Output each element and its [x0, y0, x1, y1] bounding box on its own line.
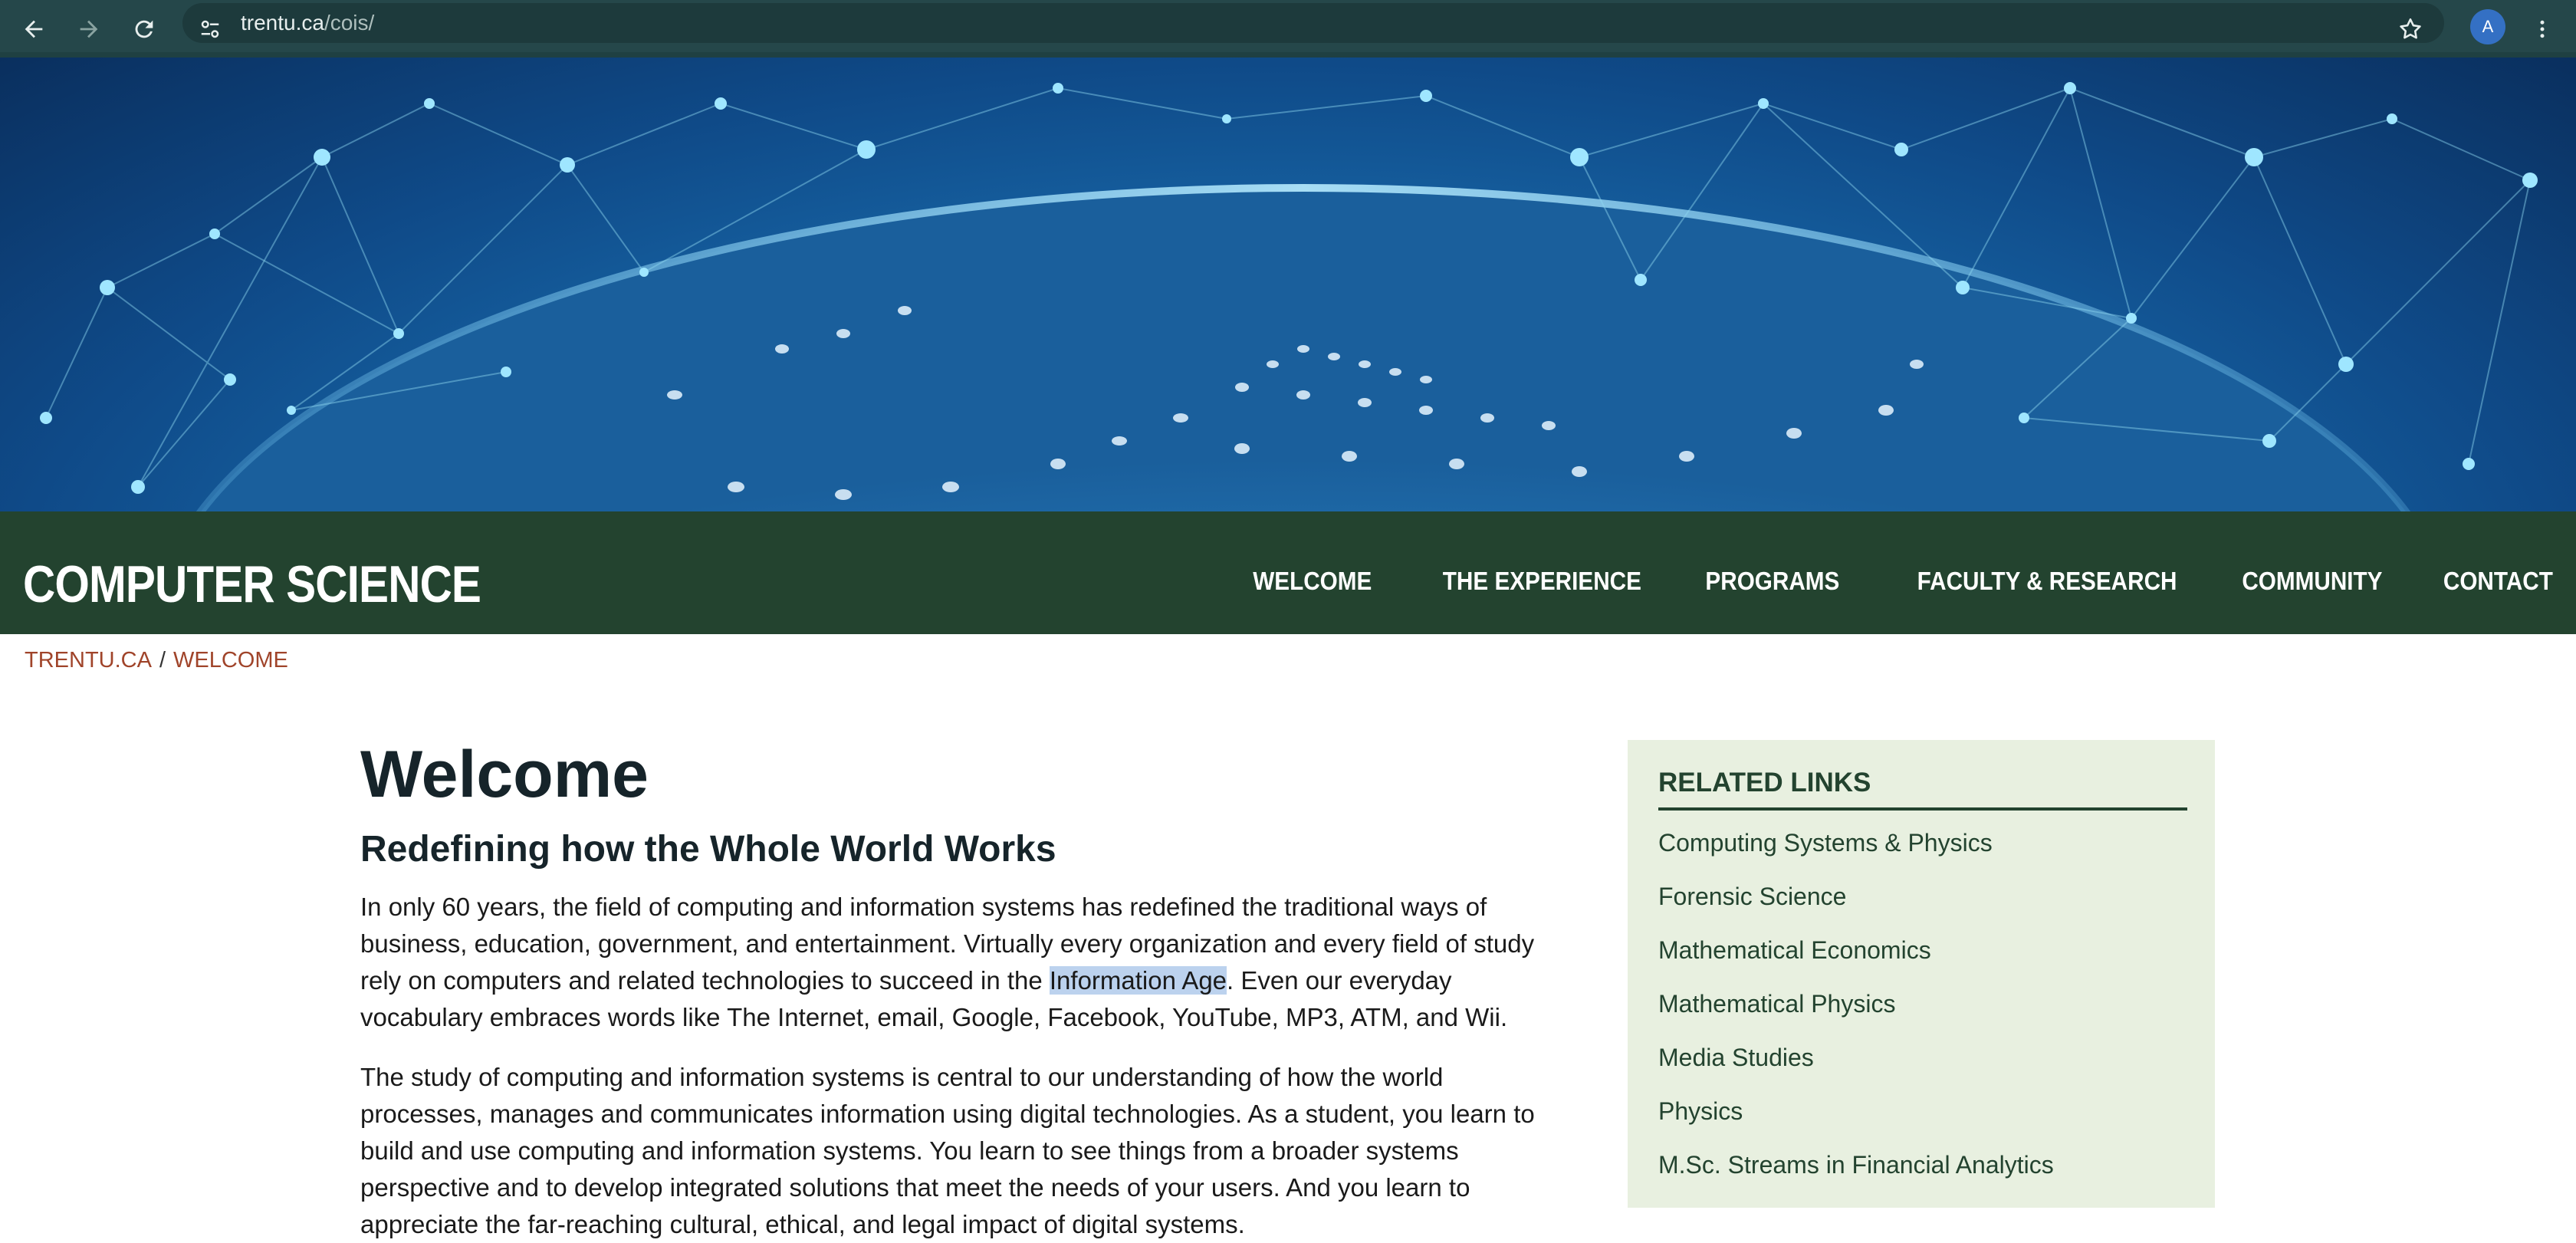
- related-link-computing-systems-physics[interactable]: Computing Systems & Physics: [1658, 826, 2054, 880]
- url-host: trentu.ca: [241, 11, 324, 35]
- nav-item-contact[interactable]: CONTACT: [2443, 567, 2553, 596]
- related-link-physics[interactable]: Physics: [1658, 1094, 2054, 1148]
- address-bar[interactable]: [182, 3, 2444, 43]
- related-links-heading: RELATED LINKS: [1658, 768, 2187, 811]
- breadcrumb-separator: /: [159, 648, 166, 672]
- intro-paragraph: In only 60 years, the field of computing…: [360, 889, 1572, 1036]
- selected-text: Information Age: [1049, 966, 1227, 995]
- network-globe-graphic: [40, 82, 2538, 511]
- nav-item-programs[interactable]: PROGRAMS: [1705, 567, 1839, 596]
- url-path: /cois/: [324, 11, 375, 35]
- back-arrow-icon: [25, 20, 43, 38]
- study-paragraph: The study of computing and information s…: [360, 1063, 1535, 1238]
- browser-toolbar: trentu.ca/cois/ A: [0, 0, 2576, 58]
- kebab-menu-icon: [2540, 20, 2545, 38]
- profile-avatar[interactable]: A: [2470, 9, 2505, 44]
- related-link-forensic-science[interactable]: Forensic Science: [1658, 880, 2054, 933]
- avatar-letter: A: [2482, 17, 2494, 36]
- breadcrumb-home-link[interactable]: TRENTU.CA: [25, 648, 152, 672]
- related-link-mathematical-economics[interactable]: Mathematical Economics: [1658, 933, 2054, 987]
- browser-menu-button[interactable]: [2519, 6, 2565, 52]
- page-title: Welcome: [360, 738, 649, 811]
- site-header: COMPUTER SCIENCE WELCOME THE EXPERIENCE …: [0, 511, 2576, 634]
- main-navigation: WELCOME THE EXPERIENCE PROGRAMS FACULTY …: [1240, 567, 2553, 596]
- nav-item-faculty-research[interactable]: FACULTY & RESEARCH: [1917, 567, 2177, 596]
- related-link-msc-financial-analytics[interactable]: M.Sc. Streams in Financial Analytics: [1658, 1148, 2054, 1202]
- nav-item-welcome[interactable]: WELCOME: [1253, 567, 1372, 596]
- related-link-media-studies[interactable]: Media Studies: [1658, 1041, 2054, 1094]
- reload-button[interactable]: [121, 6, 167, 52]
- star-icon: [2400, 18, 2421, 39]
- breadcrumb: TRENTU.CA / WELCOME: [25, 648, 288, 673]
- nav-item-community[interactable]: COMMUNITY: [2242, 567, 2382, 596]
- toolbar-divider: [0, 52, 2576, 58]
- forward-arrow-icon: [80, 20, 98, 38]
- hero-banner-image: [0, 58, 2576, 511]
- related-links-panel: RELATED LINKS Computing Systems & Physic…: [1628, 740, 2215, 1208]
- related-links-list: Computing Systems & Physics Forensic Sci…: [1658, 826, 2054, 1202]
- url-text[interactable]: trentu.ca/cois/: [241, 8, 374, 38]
- related-link-mathematical-physics[interactable]: Mathematical Physics: [1658, 987, 2054, 1041]
- forward-button[interactable]: [66, 6, 112, 52]
- main-content: Welcome Redefining how the Whole World W…: [360, 732, 1572, 1243]
- breadcrumb-current[interactable]: WELCOME: [173, 648, 288, 672]
- site-title[interactable]: COMPUTER SCIENCE: [23, 554, 481, 614]
- bookmark-button[interactable]: [2387, 6, 2433, 52]
- site-settings-icon: [201, 20, 219, 38]
- page-subtitle: Redefining how the Whole World Works: [360, 829, 1056, 870]
- reload-icon: [135, 20, 153, 38]
- site-settings-button[interactable]: [187, 6, 233, 52]
- nav-item-the-experience[interactable]: THE EXPERIENCE: [1443, 567, 1641, 596]
- back-button[interactable]: [11, 6, 57, 52]
